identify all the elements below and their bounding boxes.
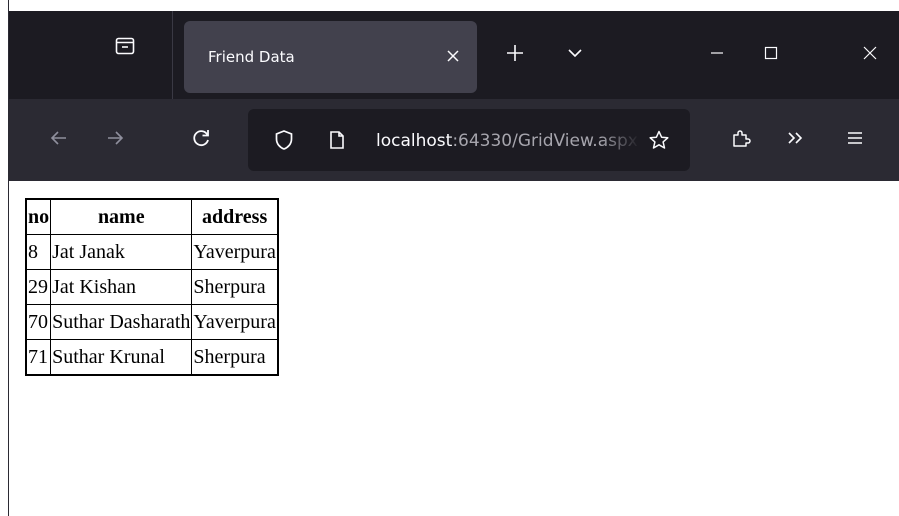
plus-icon: [507, 45, 523, 61]
forward-button[interactable]: [95, 118, 135, 158]
column-header-address: address: [191, 198, 279, 235]
tab-title: Friend Data: [208, 48, 295, 66]
friend-data-table: no name address 8 Jat Janak Yaverpura 29…: [25, 198, 279, 376]
close-window-button[interactable]: [850, 33, 890, 73]
maximize-button[interactable]: [751, 33, 791, 73]
cell-address: Yaverpura: [191, 304, 279, 340]
cell-no: 29: [25, 269, 52, 305]
cell-name: Suthar Krunal: [50, 339, 193, 376]
cell-address: Sherpura: [191, 269, 279, 305]
arrow-right-icon: [108, 131, 124, 145]
page-icon: [330, 131, 344, 149]
url-host: localhost: [376, 131, 453, 151]
column-header-no: no: [25, 198, 52, 235]
reload-button[interactable]: [181, 118, 221, 158]
cell-name: Jat Kishan: [50, 269, 193, 305]
back-button[interactable]: [39, 118, 79, 158]
puzzle-icon: [733, 130, 751, 147]
navigation-toolbar: localhost:64330/GridView.aspx: [9, 99, 899, 181]
tab-list-icon: [115, 37, 135, 55]
close-icon: [863, 46, 877, 60]
list-all-tabs-button[interactable]: [555, 33, 595, 73]
column-header-name: name: [50, 198, 193, 235]
star-icon: [649, 130, 669, 149]
bookmark-button[interactable]: [644, 125, 674, 155]
minimize-icon: [711, 52, 723, 54]
tracking-protection-button[interactable]: [269, 125, 299, 155]
app-menu-button[interactable]: [835, 118, 875, 158]
cell-no: 70: [25, 304, 52, 340]
cell-address: Yaverpura: [191, 234, 279, 270]
cell-address: Sherpura: [191, 339, 279, 376]
page-content: no name address 8 Jat Janak Yaverpura 29…: [9, 181, 899, 516]
table-row: 71 Suthar Krunal Sherpura: [25, 339, 279, 376]
url-bar[interactable]: localhost:64330/GridView.aspx: [248, 109, 690, 171]
table-row: 29 Jat Kishan Sherpura: [25, 269, 279, 305]
url-text[interactable]: localhost:64330/GridView.aspx: [376, 131, 640, 151]
hamburger-icon: [848, 132, 862, 144]
table-header-row: no name address: [25, 198, 279, 235]
reload-icon: [193, 130, 209, 147]
arrow-left-icon: [50, 131, 66, 145]
close-icon: [447, 50, 459, 62]
browser-window: Friend Data localhost:64330/GridView.asp…: [0, 0, 899, 516]
cell-no: 71: [25, 339, 52, 376]
cell-name: Suthar Dasharath: [50, 304, 193, 340]
page-info-button[interactable]: [322, 125, 352, 155]
tab-separator: [172, 11, 173, 99]
chevron-down-icon: [568, 49, 582, 58]
minimize-button[interactable]: [697, 33, 737, 73]
new-tab-button[interactable]: [495, 33, 535, 73]
tab-friend-data[interactable]: Friend Data: [184, 21, 477, 93]
maximize-icon: [764, 46, 778, 60]
cell-name: Jat Janak: [50, 234, 193, 270]
url-path: :64330/GridView.aspx: [452, 131, 638, 151]
tab-list-button[interactable]: [105, 27, 145, 65]
tab-strip: Friend Data: [9, 11, 899, 99]
overflow-menu-button[interactable]: [775, 118, 815, 158]
double-chevron-icon: [788, 132, 803, 144]
extensions-button[interactable]: [721, 118, 761, 158]
shield-icon: [275, 130, 293, 150]
table-row: 70 Suthar Dasharath Yaverpura: [25, 304, 279, 340]
table-row: 8 Jat Janak Yaverpura: [25, 234, 279, 270]
window-edge: [0, 0, 9, 516]
tab-close-button[interactable]: [440, 43, 466, 69]
cell-no: 8: [25, 234, 52, 270]
